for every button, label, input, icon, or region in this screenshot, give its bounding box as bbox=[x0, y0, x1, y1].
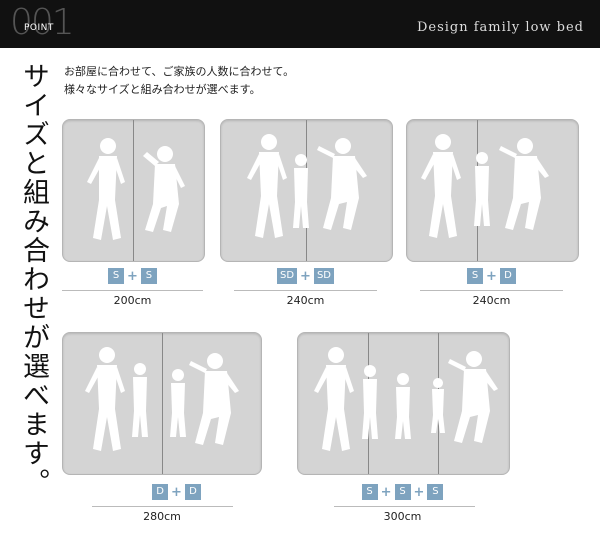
bed-illustration-s-s bbox=[62, 119, 205, 262]
family-silhouette bbox=[85, 347, 239, 451]
divider bbox=[92, 506, 233, 507]
divider bbox=[334, 506, 475, 507]
combo-label-d-d: D + D bbox=[62, 484, 291, 500]
bed-illustration-d-d bbox=[62, 332, 262, 475]
header-title: Design family low bed bbox=[416, 20, 584, 35]
plus-sign: + bbox=[413, 484, 425, 500]
size-chip: S bbox=[108, 268, 125, 284]
size-label: 240cm bbox=[286, 294, 325, 307]
size-label: 300cm bbox=[383, 510, 422, 523]
divider bbox=[420, 290, 563, 291]
size-chip: SD bbox=[276, 268, 298, 284]
divider bbox=[62, 290, 203, 291]
plus-sign: + bbox=[380, 484, 392, 500]
plus-sign: + bbox=[171, 484, 182, 500]
size-chip: S bbox=[140, 268, 157, 284]
intro-line-2: 様々なサイズと組み合わせが選べます。 bbox=[64, 83, 261, 96]
family-silhouette bbox=[314, 347, 498, 451]
bed-illustration-s-d bbox=[406, 119, 579, 262]
family-silhouette bbox=[421, 134, 549, 238]
plus-sign: + bbox=[127, 268, 138, 284]
family-silhouette bbox=[87, 138, 185, 240]
size-label: 280cm bbox=[143, 510, 181, 523]
combo-label-s-s: S + S bbox=[62, 268, 203, 284]
intro-line-1: お部屋に合わせて、ご家族の人数に合わせて。 bbox=[64, 65, 295, 78]
family-silhouette bbox=[247, 134, 367, 238]
header-bar: 001 POINT Design family low bed bbox=[0, 0, 600, 48]
size-chip: S bbox=[394, 484, 411, 500]
intro-text: お部屋に合わせて、ご家族の人数に合わせて。 様々なサイズと組み合わせが選べます。 bbox=[64, 63, 294, 99]
plus-sign: + bbox=[300, 268, 311, 284]
combo-label-s-s-s: S + S + S bbox=[297, 484, 508, 500]
size-chip: D bbox=[499, 268, 516, 284]
size-label: 240cm bbox=[472, 294, 511, 307]
bed-illustration-s-s-s bbox=[297, 332, 510, 475]
plus-sign: + bbox=[486, 268, 497, 284]
bed-illustration-sd-sd bbox=[220, 119, 393, 262]
size-chip: S bbox=[427, 484, 444, 500]
size-chip: S bbox=[361, 484, 378, 500]
combo-label-sd-sd: SD + SD bbox=[220, 268, 391, 284]
size-chip: SD bbox=[313, 268, 335, 284]
size-chip: D bbox=[184, 484, 201, 500]
size-label: 200cm bbox=[113, 294, 152, 307]
combo-label-s-d: S + D bbox=[406, 268, 577, 284]
size-chip: D bbox=[152, 484, 169, 500]
size-chip: S bbox=[467, 268, 484, 284]
point-label: POINT bbox=[24, 23, 54, 33]
divider bbox=[234, 290, 377, 291]
vertical-title: サイズと組み合わせが選べます。 bbox=[18, 62, 49, 497]
